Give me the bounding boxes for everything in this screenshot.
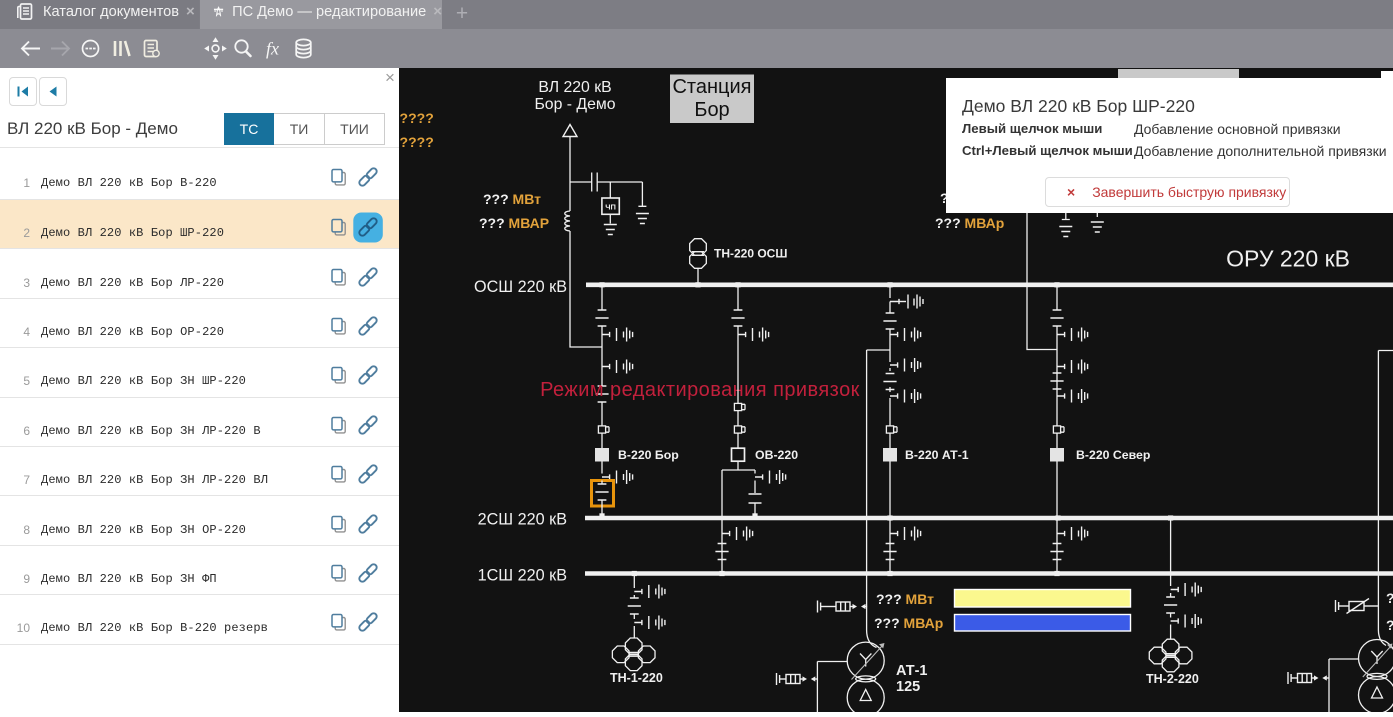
svg-text:ВЛ 220 кВ: ВЛ 220 кВ <box>538 79 611 96</box>
svg-text:??? МВт: ??? МВт <box>876 591 934 607</box>
svg-text:ОРУ 220 кВ: ОРУ 220 кВ <box>1226 246 1350 272</box>
svg-text:?????: ????? <box>399 134 434 150</box>
svg-text:??? МВАр: ??? МВАр <box>874 615 943 631</box>
svg-text:???: ??? <box>1386 617 1393 633</box>
svg-text:В-220 Север: В-220 Север <box>1076 448 1150 462</box>
svg-text:?????: ????? <box>399 110 434 126</box>
svg-text:В-220 АТ-1: В-220 АТ-1 <box>905 448 969 462</box>
svg-text:Бор: Бор <box>694 99 729 121</box>
svg-text:??? МВАр: ??? МВАр <box>935 215 1004 231</box>
svg-text:ТН-220 ОСШ: ТН-220 ОСШ <box>714 247 787 261</box>
svg-text:Станция: Станция <box>672 76 751 98</box>
svg-text:Режим редактирования привязок: Режим редактирования привязок <box>540 379 860 401</box>
svg-text:АТ-1: АТ-1 <box>896 663 928 679</box>
svg-text:Бор - Демо: Бор - Демо <box>534 96 615 113</box>
svg-text:2СШ 220 кВ: 2СШ 220 кВ <box>478 511 567 529</box>
svg-text:ТН-1-220: ТН-1-220 <box>610 671 663 685</box>
svg-text:ЧП: ЧП <box>605 202 616 211</box>
svg-text:???: ??? <box>1386 590 1393 606</box>
svg-text:В-220 Бор: В-220 Бор <box>618 448 679 462</box>
svg-text:ОСШ 220 кВ: ОСШ 220 кВ <box>474 278 567 296</box>
svg-text:??? МВАР: ??? МВАР <box>479 215 549 231</box>
svg-text:125: 125 <box>896 679 920 695</box>
svg-text:1СШ 220 кВ: 1СШ 220 кВ <box>478 567 567 585</box>
svg-text:fx: fx <box>266 39 279 59</box>
svg-text:??? МВт: ??? МВт <box>483 191 541 207</box>
svg-text:ТН-2-220: ТН-2-220 <box>1146 672 1199 686</box>
svg-text:ОВ-220: ОВ-220 <box>755 448 798 462</box>
